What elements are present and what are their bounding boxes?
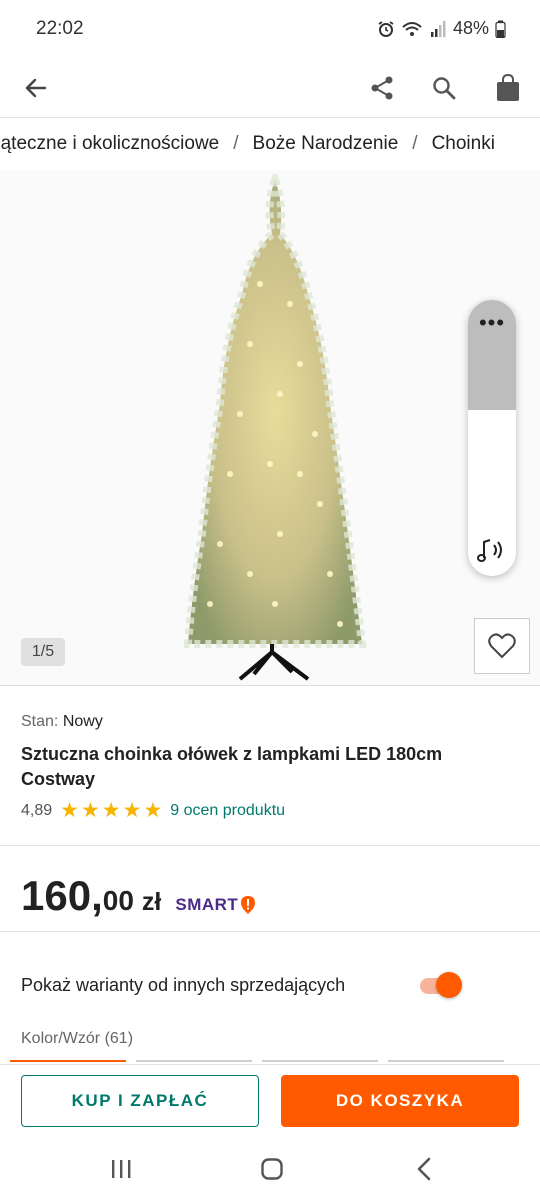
product-condition: Stan: Nowy (21, 713, 103, 731)
condition-label: Stan: (21, 713, 59, 730)
variants-toggle-label: Pokaż warianty od innych sprzedających (21, 975, 346, 995)
recent-apps-button[interactable] (97, 1152, 145, 1186)
variants-toggle[interactable] (418, 970, 464, 1000)
product-title: Sztuczna choinka ołówek z lampkami LED 1… (21, 744, 443, 789)
star-icon: ★ (80, 799, 100, 822)
home-button[interactable] (248, 1152, 296, 1186)
breadcrumb-item[interactable]: Choinki (432, 133, 495, 155)
share-button[interactable] (360, 66, 404, 110)
status-time: 22:02 (36, 18, 84, 39)
home-icon (261, 1158, 283, 1180)
rating-stars: ★ ★ ★ ★ ★ (60, 799, 163, 822)
smart-label: SMART (175, 895, 239, 914)
star-icon: ★ (60, 799, 79, 822)
cart-button[interactable] (486, 66, 530, 110)
more-options-icon[interactable]: ••• (468, 310, 516, 336)
search-icon (433, 77, 456, 100)
floating-panel[interactable]: ••• (468, 300, 516, 576)
arrow-left-icon (25, 78, 47, 98)
breadcrumb-item[interactable]: Świąteczne i okolicznościowe (0, 133, 219, 155)
image-counter: 1/5 (21, 638, 65, 666)
recent-apps-icon (112, 1160, 131, 1178)
buy-and-pay-button[interactable]: KUP I ZAPŁAĆ (21, 1075, 259, 1127)
bottom-action-bar: KUP I ZAPŁAĆ DO KOSZYKA (0, 1064, 540, 1138)
favorite-button[interactable] (474, 618, 530, 674)
heart-icon (488, 633, 516, 659)
breadcrumb: Świąteczne i okolicznościowe / Boże Naro… (0, 118, 540, 170)
status-icons: 48% (377, 18, 506, 39)
condition-value: Nowy (62, 713, 103, 730)
share-icon (371, 76, 393, 100)
music-sound-icon[interactable] (476, 536, 508, 564)
variant-swatch[interactable] (388, 1060, 504, 1062)
back-button[interactable] (14, 66, 58, 110)
wifi-icon (402, 21, 422, 36)
smart-badge[interactable]: SMART (175, 895, 256, 915)
divider (0, 845, 540, 846)
product-gallery[interactable]: 1/5 (0, 170, 540, 686)
battery-icon (495, 20, 506, 38)
product-image (183, 174, 367, 681)
price-integer: 160, (21, 872, 103, 919)
star-icon: ★ (101, 799, 121, 822)
battery-percent: 48% (452, 18, 489, 38)
add-to-cart-button[interactable]: DO KOSZYKA (281, 1075, 519, 1127)
breadcrumb-item[interactable]: Boże Narodzenie (253, 133, 399, 155)
rating-value: 4,89 (21, 802, 53, 819)
variant-swatch[interactable] (136, 1060, 252, 1062)
price-currency: zł (141, 888, 162, 916)
status-bar: 22:02 48% (0, 0, 540, 58)
alarm-icon (378, 20, 394, 37)
breadcrumb-separator: / (233, 133, 239, 154)
divider (0, 931, 540, 932)
price: 160, 00 zł SMART (21, 872, 256, 920)
signal-icon (430, 20, 446, 37)
star-icon: ★ (122, 799, 142, 822)
shopping-bag-icon (497, 74, 519, 101)
variant-swatch[interactable] (10, 1060, 126, 1062)
system-nav-bar (0, 1138, 540, 1200)
app-bar (0, 58, 540, 118)
star-icon: ★ (143, 799, 163, 822)
chevron-left-icon (417, 1157, 431, 1181)
system-back-button[interactable] (400, 1152, 448, 1186)
ratings-link[interactable]: 9 ocen produktu (170, 802, 285, 820)
breadcrumb-separator: / (412, 133, 418, 154)
rating-row: 4,89 ★ ★ ★ ★ ★ 9 ocen produktu (21, 799, 285, 822)
toggle-knob (436, 972, 462, 998)
smart-logo-icon (241, 896, 256, 914)
variant-swatch[interactable] (262, 1060, 378, 1062)
search-button[interactable] (422, 66, 466, 110)
variant-heading: Kolor/Wzór (61) (21, 1030, 134, 1047)
price-decimal: 00 (102, 885, 134, 916)
